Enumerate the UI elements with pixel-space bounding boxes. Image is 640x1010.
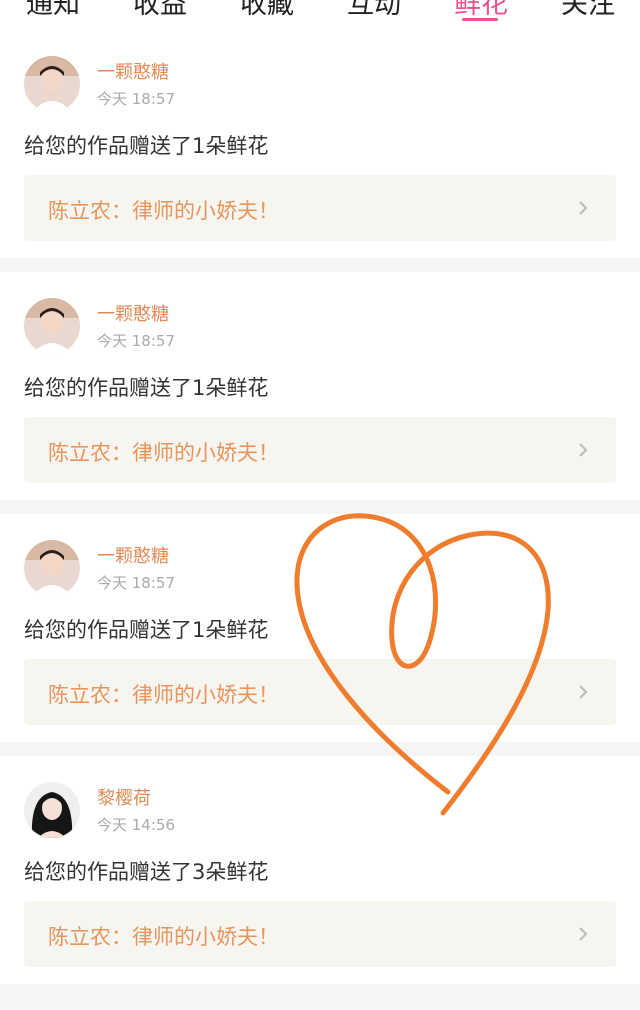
chevron-right-icon <box>579 685 588 699</box>
work-link[interactable]: 陈立农：律师的小娇夫！ <box>24 175 616 241</box>
divider <box>0 500 640 514</box>
timestamp: 今天 18:57 <box>97 332 175 350</box>
work-title: 陈立农：律师的小娇夫！ <box>48 441 279 465</box>
timestamp: 今天 18:57 <box>97 574 175 592</box>
tab-notice[interactable]: 通知 <box>26 0 80 21</box>
tab-follow[interactable]: 关注 <box>561 0 615 21</box>
avatar[interactable] <box>24 782 80 838</box>
active-tab-indicator <box>462 18 498 21</box>
divider <box>0 984 640 1010</box>
tab-bar: 通知 收益 收藏 互动 鲜花 关注 <box>0 0 640 36</box>
gift-message: 给您的作品赠送了3朵鲜花 <box>24 860 269 884</box>
tab-interaction[interactable]: 互动 <box>347 0 401 21</box>
notification-item: 一颗憨糖 今天 18:57 给您的作品赠送了1朵鲜花 陈立农：律师的小娇夫！ <box>0 522 640 737</box>
work-link[interactable]: 陈立农：律师的小娇夫！ <box>24 417 616 483</box>
work-title: 陈立农：律师的小娇夫！ <box>48 683 279 707</box>
timestamp: 今天 18:57 <box>97 90 175 108</box>
chevron-right-icon <box>579 443 588 457</box>
chevron-right-icon <box>579 201 588 215</box>
tab-earnings[interactable]: 收益 <box>133 0 187 21</box>
tab-favorites[interactable]: 收藏 <box>240 0 294 21</box>
gift-message: 给您的作品赠送了1朵鲜花 <box>24 134 269 158</box>
avatar[interactable] <box>24 298 80 354</box>
gift-message: 给您的作品赠送了1朵鲜花 <box>24 376 269 400</box>
user-name[interactable]: 黎樱荷 <box>97 784 151 810</box>
chevron-right-icon <box>579 927 588 941</box>
avatar[interactable] <box>24 56 80 112</box>
work-link[interactable]: 陈立农：律师的小娇夫！ <box>24 659 616 725</box>
divider <box>0 258 640 272</box>
notification-item: 一颗憨糖 今天 18:57 给您的作品赠送了1朵鲜花 陈立农：律师的小娇夫！ <box>0 38 640 253</box>
work-title: 陈立农：律师的小娇夫！ <box>48 925 279 949</box>
user-name[interactable]: 一颗憨糖 <box>97 542 169 568</box>
avatar[interactable] <box>24 540 80 596</box>
notification-item: 黎樱荷 今天 14:56 给您的作品赠送了3朵鲜花 陈立农：律师的小娇夫！ <box>0 764 640 979</box>
user-name[interactable]: 一颗憨糖 <box>97 300 169 326</box>
work-title: 陈立农：律师的小娇夫！ <box>48 199 279 223</box>
notification-item: 一颗憨糖 今天 18:57 给您的作品赠送了1朵鲜花 陈立农：律师的小娇夫！ <box>0 280 640 495</box>
gift-message: 给您的作品赠送了1朵鲜花 <box>24 618 269 642</box>
timestamp: 今天 14:56 <box>97 816 175 834</box>
user-name[interactable]: 一颗憨糖 <box>97 58 169 84</box>
divider <box>0 742 640 756</box>
work-link[interactable]: 陈立农：律师的小娇夫！ <box>24 901 616 967</box>
